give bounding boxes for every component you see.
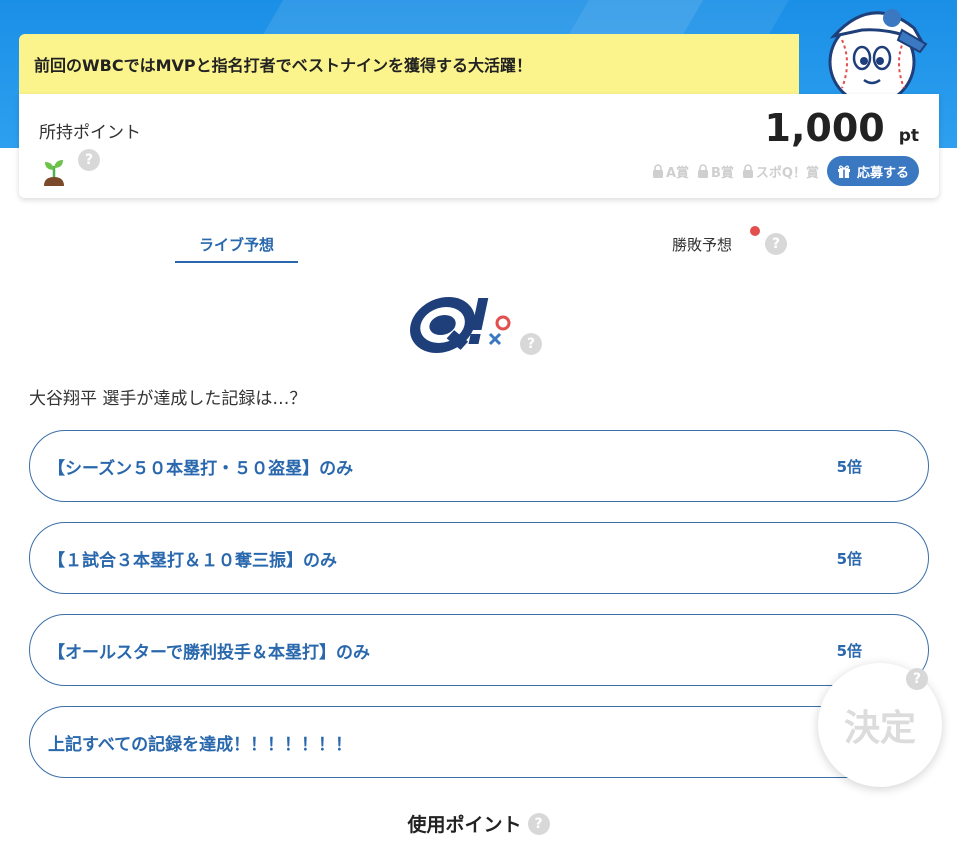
prize-spoq-label: スポQ！賞: [755, 165, 819, 181]
prize-a: A賞: [652, 162, 689, 181]
tab-win-lose-prediction[interactable]: 勝敗予想: [672, 222, 732, 263]
option-label: 【１試合３本塁打＆１０奪三振】のみ: [48, 550, 337, 571]
use-points-label: 使用ポイント: [407, 814, 522, 836]
apply-button-label: 応募する: [856, 165, 909, 181]
logo-help-icon[interactable]: ?: [520, 333, 542, 355]
decide-area: 決定 ?: [818, 663, 942, 787]
lock-icon: [742, 164, 753, 178]
points-number: 1,000: [764, 106, 885, 150]
notification-dot: [750, 226, 760, 236]
option-multiplier: 5倍: [836, 457, 862, 476]
option-label: 上記すべての記録を達成！！！！！！！: [48, 734, 353, 755]
prize-list: A賞 B賞 スポQ！賞 応募する: [652, 156, 919, 186]
lock-icon: [698, 164, 708, 178]
answer-option[interactable]: 【シーズン５０本塁打・５０盗塁】のみ 5倍: [29, 430, 929, 502]
gift-icon: [837, 165, 850, 178]
sprout-icon: [44, 160, 64, 186]
points-help-icon[interactable]: ?: [78, 149, 100, 171]
points-label: 所持ポイント: [39, 123, 141, 143]
use-points-help-icon[interactable]: ?: [527, 812, 550, 835]
prize-a-label: A賞: [665, 165, 689, 181]
answer-option[interactable]: 【オールスターで勝利投手＆本塁打】のみ 5倍: [29, 614, 929, 686]
quiz-logo-icon: [410, 297, 511, 353]
prize-spoq: スポQ！賞: [742, 162, 819, 181]
prediction-tabs: ライブ予想 勝敗予想: [0, 222, 957, 266]
tab-live-prediction[interactable]: ライブ予想: [175, 222, 298, 263]
apply-button[interactable]: 応募する: [826, 156, 919, 186]
points-unit: pt: [898, 126, 919, 146]
answer-option[interactable]: 【１試合３本塁打＆１０奪三振】のみ 5倍: [29, 522, 929, 594]
question-text: 大谷翔平 選手が達成した記録は…？: [29, 389, 307, 409]
option-label: 【シーズン５０本塁打・５０盗塁】のみ: [48, 458, 354, 479]
news-banner: 前回のWBCではMVPと指名打者でベストナインを獲得する大活躍！: [19, 34, 799, 94]
points-value: 1,000 pt: [765, 106, 920, 150]
prize-b: B賞: [697, 162, 734, 181]
lock-icon: [652, 164, 663, 178]
option-multiplier: 5倍: [836, 641, 862, 660]
tab-help-icon[interactable]: ?: [765, 233, 787, 255]
answer-option[interactable]: 上記すべての記録を達成！！！！！！！: [29, 706, 929, 778]
use-points-heading: 使用ポイント ?: [0, 810, 957, 837]
banner-text: 前回のWBCではMVPと指名打者でベストナインを獲得する大活躍！: [34, 56, 532, 75]
decide-button-label: 決定: [843, 708, 916, 749]
decide-help-icon[interactable]: ?: [906, 668, 928, 690]
points-card: 所持ポイント ? 1,000 pt A賞 B賞 スポQ！賞 応募する: [19, 94, 939, 198]
answer-options: 【シーズン５０本塁打・５０盗塁】のみ 5倍 【１試合３本塁打＆１０奪三振】のみ …: [29, 430, 929, 798]
option-multiplier: 5倍: [836, 549, 862, 568]
prize-b-label: B賞: [711, 165, 734, 181]
option-label: 【オールスターで勝利投手＆本塁打】のみ: [48, 642, 370, 663]
